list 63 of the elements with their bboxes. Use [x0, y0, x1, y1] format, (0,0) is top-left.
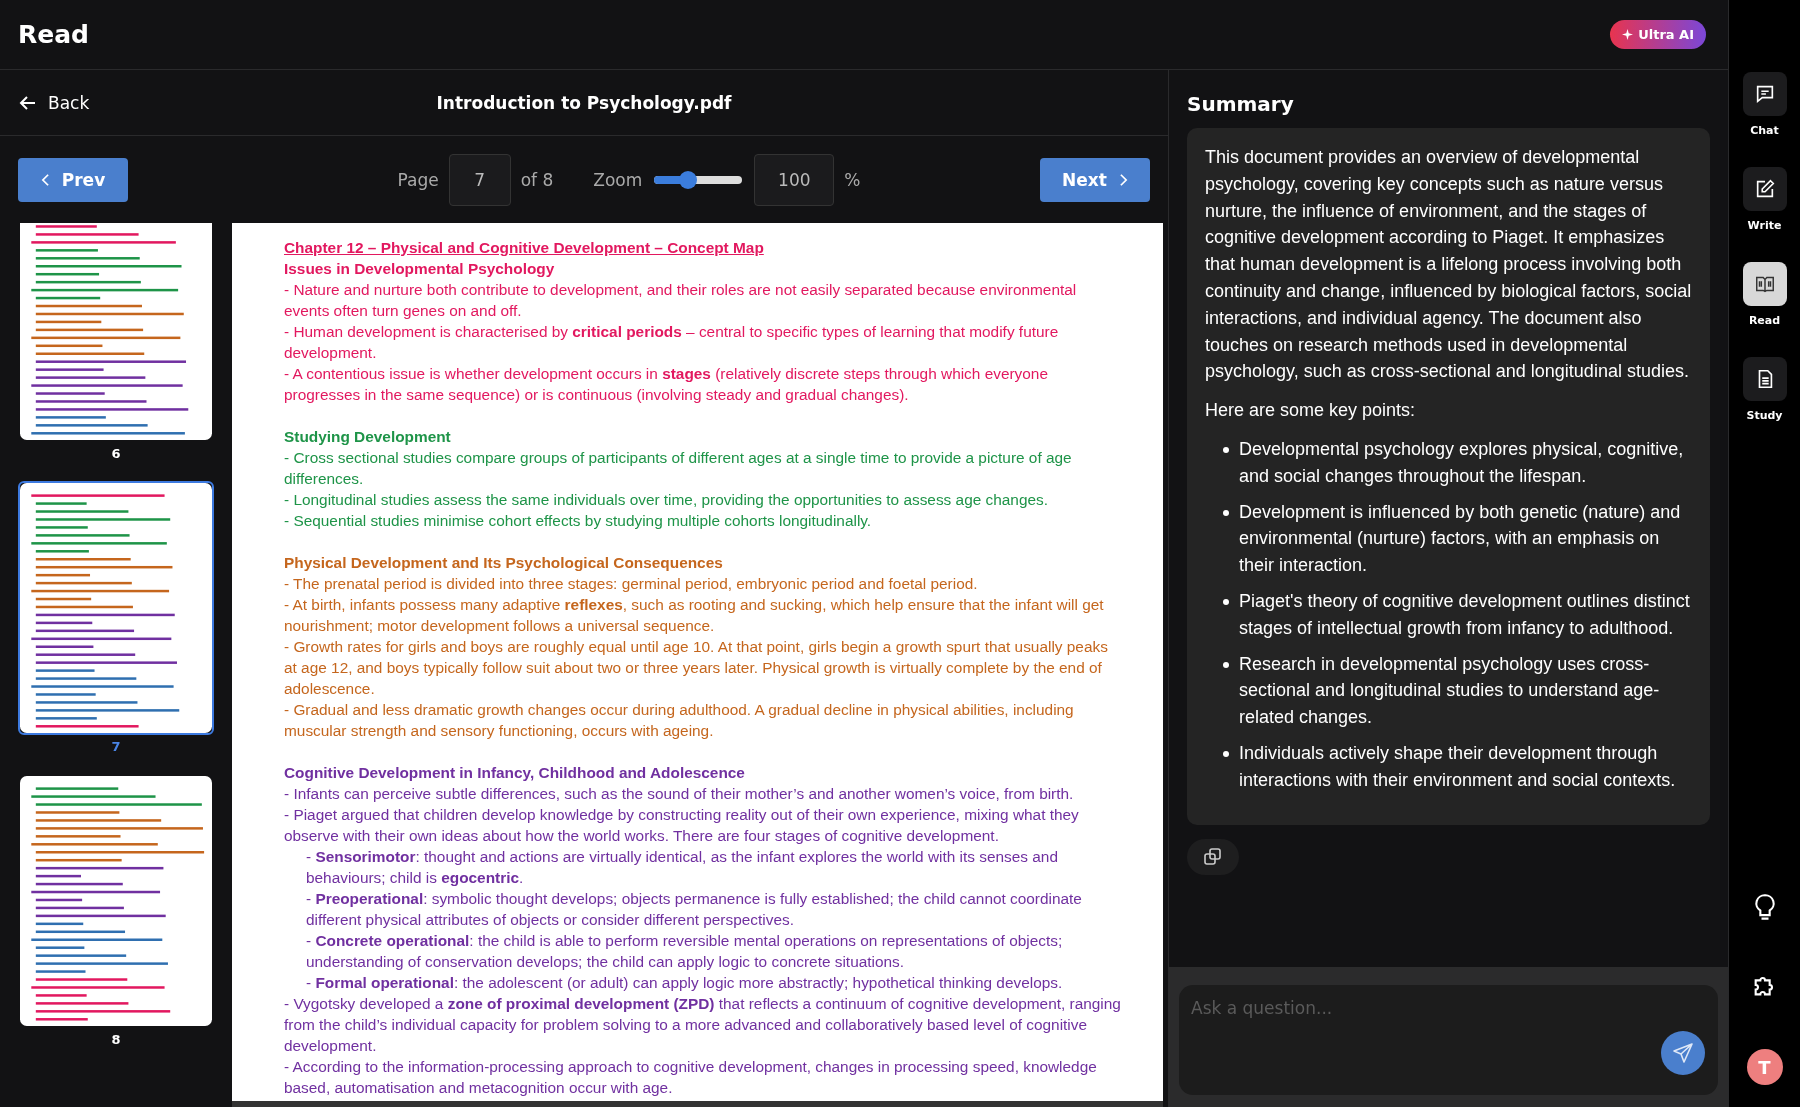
bullet-icon	[1223, 446, 1229, 453]
page-thumbnail[interactable]	[18, 481, 214, 735]
bullet-text: - Concrete operational: the child is able to perform reversible mental operations on representations of objects; understanding of conservation develops; the child can apply logic to concrete situations.	[305, 931, 1064, 972]
zoom-field[interactable]: 100	[754, 153, 835, 206]
send-icon	[1671, 1041, 1695, 1065]
page-total: of 8	[520, 169, 554, 190]
section-heading: Cognitive Development in Infancy, Childhood and Adolescence	[284, 763, 746, 783]
bullet-text: - Longitudinal studies assess the same individuals over time, providing the opportunities to assess age changes.	[284, 490, 1049, 510]
section-heading: Studying Development	[284, 427, 452, 447]
page-number: 6	[111, 446, 121, 461]
bullet-text: - Growth rates for girls and boys are roughly equal until age 10. At that point, girls begin a growth spurt that usually peaks at age 12, and boys typically follow suit about two or three years later. Physical growth is virtually complete by the end of adolescence.	[284, 637, 1109, 699]
document-title: Introduction to Psychology.pdf	[436, 92, 732, 113]
bullet-text: - Human development is characterised by critical periods – central to specific types of learning that modify future development.	[284, 322, 1060, 363]
sparkle-icon	[1622, 29, 1634, 40]
key-point: Development is influenced by both genetic (nature) and environmental (nurture) factors, with an emphasis on their interaction.	[1239, 500, 1682, 578]
chevron-right-icon	[1118, 172, 1128, 187]
bullet-text: - The prenatal period is divided into three stages: germinal period, embryonic period and foetal period.	[284, 574, 979, 594]
page-number: 7	[111, 739, 121, 754]
section-heading: Issues in Developmental Psychology	[284, 259, 556, 279]
bullet-text: - Preoperational: symbolic thought develops; objects permanence is fully established; the child cannot coordinate different physical attributes of objects or consider different perspectives.	[305, 889, 1083, 930]
key-point: Piaget's theory of cognitive development outlines distinct stages of intellectual growth from infancy to adulthood.	[1239, 589, 1691, 640]
bullet-text: - Formal operational: the adolescent (or adult) can apply logic more abstractly; hypothetical thinking develops.	[305, 973, 1064, 993]
page-number: 8	[111, 1032, 121, 1047]
ultra-ai-badge[interactable]: Ultra AI	[1610, 20, 1706, 49]
page-thumbnail[interactable]	[18, 223, 214, 442]
summary-text: This document provides an overview of developmental psychology, covering key concepts such as nature versus nurture, the influence of environment, and the stages of cognitive development according to Piaget. It emphasizes that human development is a lifelong process involving both continuity and change, influenced by biological factors, social interactions, and individual agency. The document also touches on research methods used in developmental psychology, such as cross-sectional and longitudinal studies.	[1205, 146, 1692, 384]
bullet-text: - Piaget argued that children develop knowledge by constructing reality out of their own experience, mixing what they observe with their own ideas about how the world works. There are four stages of cognitive development.	[284, 805, 1080, 846]
app-title: Read	[18, 20, 89, 49]
page-number-field[interactable]: 7	[448, 153, 511, 206]
bullet-text: - According to the information-processing approach to cognitive development, changes in processing speed, knowledge based, automatisation and metacognition occur with age.	[284, 1057, 1098, 1098]
back-button[interactable]: Back	[18, 92, 90, 113]
section-heading: Physical Development and Its Psychological Consequences	[284, 553, 724, 573]
bullet-icon	[1223, 509, 1229, 516]
chevron-left-icon	[40, 172, 50, 187]
key-point: Research in developmental psychology uses cross-sectional and longitudinal studies to understand age-related changes.	[1239, 652, 1661, 730]
page-thumbnail[interactable]	[18, 774, 214, 1028]
bullet-text: - At birth, infants possess many adaptive reflexes, such as rooting and sucking, which help ensure that the infant will get nourishment; motor development follows a universal sequence.	[284, 595, 1105, 636]
percent-sign: %	[844, 169, 861, 190]
bullet-icon	[1223, 750, 1229, 757]
summary-title: Summary	[1187, 92, 1295, 116]
zoom-label: Zoom	[593, 169, 643, 190]
bullet-text: - Gradual and less dramatic growth changes occur during adulthood. A gradual decline in physical abilities, including muscular strength and sensory functioning, occurs with ageing.	[284, 700, 1075, 741]
key-point: Individuals actively shape their development through interactions with their environment and social contexts.	[1239, 741, 1677, 792]
bullet-text: - Cross sectional studies compare groups of participants of different ages at a single time to provide a picture of age differences.	[284, 448, 1073, 489]
bullet-text: - Sensorimotor: thought and actions are virtually identical, as the infant explores the world with its senses and behaviours; child is egocentric.	[305, 847, 1059, 888]
question-field[interactable]: Ask a question...	[1189, 997, 1609, 1019]
page-label: Page	[397, 169, 439, 190]
bullet-icon	[1223, 598, 1229, 605]
chapter-title: Chapter 12 – Physical and Cognitive Development – Concept Map	[284, 238, 765, 258]
bullet-icon	[1223, 661, 1229, 668]
bullet-text: - Nature and nurture both contribute to development, and their roles are not easily separated because environmental events often turn genes on and off.	[284, 280, 1078, 321]
zoom-slider[interactable]	[654, 170, 743, 189]
prev-button[interactable]: Prev	[18, 157, 128, 202]
key-point: Developmental psychology explores physical, cognitive, and social changes throughout the lifespan.	[1239, 437, 1685, 488]
bullet-text: - A contentious issue is whether development occurs in stages (relatively discrete steps through which everyone progresses in the same sequence) or is continuous (involving steady and gradual changes).	[284, 364, 1049, 405]
bullet-text: - Infants can perceive subtle differences, such as the sound of their mother’s and another women’s voice, from birth.	[284, 784, 1075, 804]
bullet-text: - Sequential studies minimise cohort effects by studying multiple cohorts longitudinally.	[284, 511, 873, 531]
next-button[interactable]: Next	[1040, 157, 1150, 202]
copy-button[interactable]	[1187, 838, 1239, 875]
copy-icon	[1203, 846, 1223, 867]
send-button[interactable]	[1661, 1031, 1705, 1075]
bullet-text: - Vygotsky developed a zone of proximal development (ZPD) that reflects a continuum of cognitive development, ranging from the child’s individual capacity for problem solving to a more advanced and collaboratively based level of cognitive development.	[284, 994, 1122, 1056]
key-points-label: Here are some key points:	[1205, 399, 1417, 423]
